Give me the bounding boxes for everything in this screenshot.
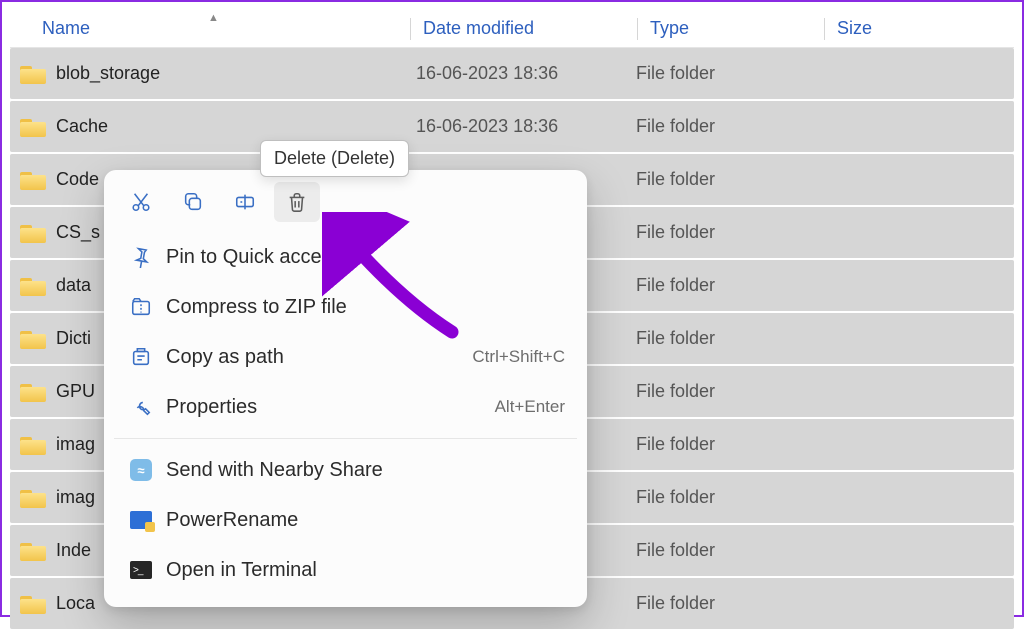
- folder-icon: [20, 223, 46, 243]
- file-type: File folder: [630, 63, 810, 84]
- folder-icon: [20, 170, 46, 190]
- menu-item-label: Copy as path: [166, 346, 472, 369]
- menu-item-copy-as-path[interactable]: Copy as pathCtrl+Shift+C: [104, 332, 587, 382]
- file-type: File folder: [630, 434, 810, 455]
- table-row[interactable]: Cache 16-06-2023 18:36File folder: [10, 101, 1014, 152]
- column-date[interactable]: Date modified: [417, 18, 637, 39]
- file-name: Inde: [56, 540, 91, 561]
- file-name: GPU: [56, 381, 95, 402]
- file-type: File folder: [630, 169, 810, 190]
- menu-item-label: Properties: [166, 396, 495, 419]
- file-name: Loca: [56, 593, 95, 614]
- menu-item-shortcut: Alt+Enter: [495, 397, 565, 417]
- folder-icon: [20, 382, 46, 402]
- menu-item-label: Compress to ZIP file: [166, 296, 565, 319]
- menu-item-label: Open in Terminal: [166, 559, 565, 582]
- folder-icon: [20, 329, 46, 349]
- file-type: File folder: [630, 222, 810, 243]
- wrench-icon: [126, 396, 156, 418]
- file-type: File folder: [630, 487, 810, 508]
- folder-icon: [20, 64, 46, 84]
- file-type: File folder: [630, 540, 810, 561]
- column-header-row: Name ▲ Date modified Type Size: [10, 10, 1014, 48]
- file-date: 16-06-2023 18:36: [410, 63, 630, 84]
- rename-button[interactable]: [222, 182, 268, 222]
- menu-item-shortcut: Ctrl+Shift+C: [472, 347, 565, 367]
- delete-button[interactable]: [274, 182, 320, 222]
- file-type: File folder: [630, 381, 810, 402]
- file-type: File folder: [630, 593, 810, 614]
- copy-button[interactable]: [170, 182, 216, 222]
- file-type: File folder: [630, 328, 810, 349]
- file-name: Code: [56, 169, 99, 190]
- table-row[interactable]: blob_storage 16-06-2023 18:36File folder: [10, 48, 1014, 99]
- menu-item-open-in-terminal[interactable]: >_ Open in Terminal: [104, 545, 587, 595]
- menu-item-pin-to-quick-access[interactable]: Pin to Quick access: [104, 232, 587, 282]
- pin-icon: [126, 246, 156, 268]
- menu-item-properties[interactable]: PropertiesAlt+Enter: [104, 382, 587, 432]
- folder-icon: [20, 488, 46, 508]
- terminal-icon: >_: [126, 561, 156, 579]
- column-type[interactable]: Type: [644, 18, 824, 39]
- folder-icon: [20, 276, 46, 296]
- context-toolbar: [104, 180, 587, 232]
- copypath-icon: [126, 346, 156, 368]
- menu-item-send-with-nearby-share[interactable]: ≈ Send with Nearby Share: [104, 445, 587, 495]
- file-name: Cache: [56, 116, 108, 137]
- menu-item-label: Pin to Quick access: [166, 246, 565, 269]
- column-name[interactable]: Name ▲: [10, 18, 410, 39]
- file-name: blob_storage: [56, 63, 160, 84]
- file-date: 16-06-2023 18:36: [410, 116, 630, 137]
- file-type: File folder: [630, 116, 810, 137]
- nearby-icon: ≈: [126, 459, 156, 481]
- file-name: imag: [56, 434, 95, 455]
- folder-icon: [20, 541, 46, 561]
- file-name: CS_s: [56, 222, 100, 243]
- file-name: imag: [56, 487, 95, 508]
- column-size[interactable]: Size: [831, 18, 1014, 39]
- delete-tooltip: Delete (Delete): [260, 140, 409, 177]
- file-name: Dicti: [56, 328, 91, 349]
- menu-separator: [114, 438, 577, 439]
- menu-item-label: PowerRename: [166, 509, 565, 532]
- context-menu: Pin to Quick access Compress to ZIP file C…: [104, 170, 587, 607]
- menu-item-label: Send with Nearby Share: [166, 459, 565, 482]
- column-name-label: Name: [42, 18, 90, 38]
- cut-button[interactable]: [118, 182, 164, 222]
- folder-icon: [20, 117, 46, 137]
- folder-icon: [20, 594, 46, 614]
- menu-item-compress-to-zip-file[interactable]: Compress to ZIP file: [104, 282, 587, 332]
- zip-icon: [126, 296, 156, 318]
- sort-indicator-icon: ▲: [208, 12, 219, 24]
- power-icon: [126, 511, 156, 529]
- folder-icon: [20, 435, 46, 455]
- file-name: data: [56, 275, 91, 296]
- file-type: File folder: [630, 275, 810, 296]
- menu-item-powerrename[interactable]: PowerRename: [104, 495, 587, 545]
